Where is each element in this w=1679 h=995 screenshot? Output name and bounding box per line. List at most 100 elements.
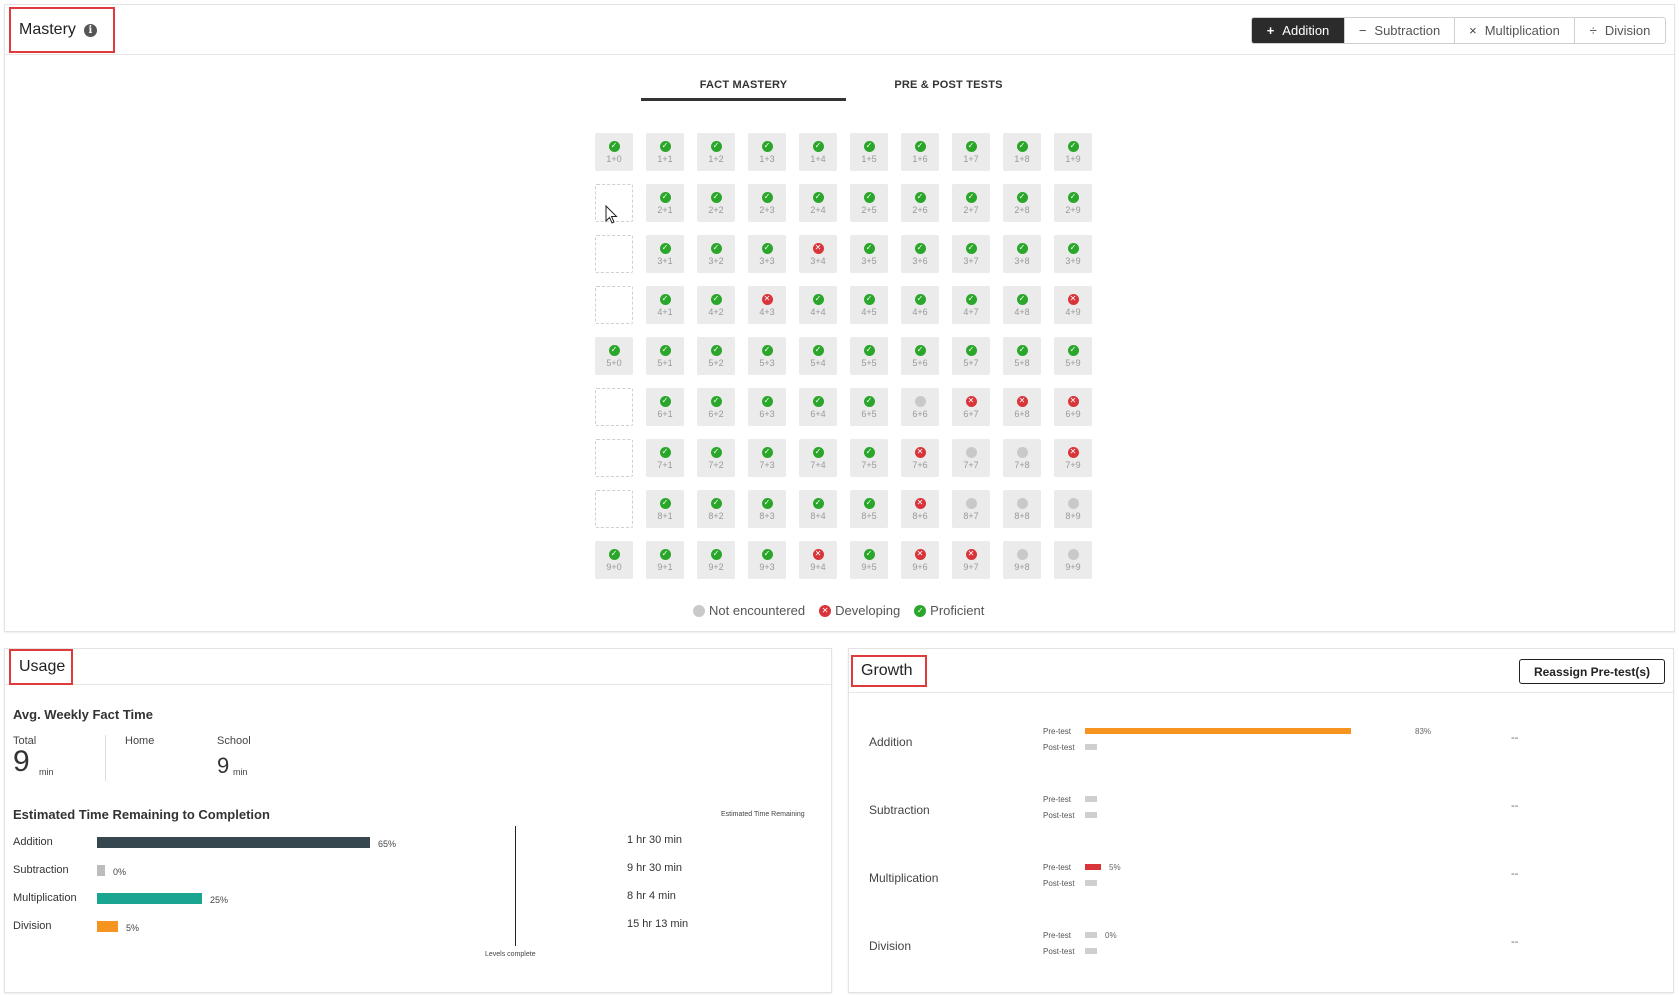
fact-cell[interactable]: ✓ 1+4 <box>799 133 837 171</box>
fact-cell[interactable]: ✕ 9+6 <box>901 541 939 579</box>
fact-cell[interactable]: ✓ 1+0 <box>595 133 633 171</box>
fact-cell[interactable]: ✕ 7+9 <box>1054 439 1092 477</box>
fact-cell[interactable]: ✓ 5+5 <box>850 337 888 375</box>
fact-cell[interactable]: ✕ 3+4 <box>799 235 837 273</box>
fact-cell[interactable]: ✓ 5+4 <box>799 337 837 375</box>
fact-cell[interactable]: ✓ 5+1 <box>646 337 684 375</box>
fact-cell[interactable]: ✓ 3+1 <box>646 235 684 273</box>
fact-cell[interactable]: ✓ 5+6 <box>901 337 939 375</box>
fact-cell[interactable]: ✓ 1+1 <box>646 133 684 171</box>
fact-cell[interactable]: 6+6 <box>901 388 939 426</box>
fact-cell[interactable]: ✓ 9+1 <box>646 541 684 579</box>
etr-percent: 0% <box>113 867 127 877</box>
fact-cell[interactable]: ✓ 8+4 <box>799 490 837 528</box>
fact-cell[interactable]: ✓ 8+2 <box>697 490 735 528</box>
fact-cell[interactable]: ✓ 8+5 <box>850 490 888 528</box>
fact-cell[interactable]: ✓ 4+4 <box>799 286 837 324</box>
proficient-icon: ✓ <box>761 446 773 458</box>
fact-cell[interactable]: ✕ 9+4 <box>799 541 837 579</box>
tab-pre-post-tests[interactable]: PRE & POST TESTS <box>846 71 1051 101</box>
fact-cell[interactable]: 7+7 <box>952 439 990 477</box>
fact-cell[interactable]: ✓ 1+8 <box>1003 133 1041 171</box>
fact-cell[interactable]: ✕ 4+3 <box>748 286 786 324</box>
fact-cell[interactable]: 8+7 <box>952 490 990 528</box>
fact-cell[interactable]: ✓ 5+8 <box>1003 337 1041 375</box>
fact-cell[interactable]: ✓ 4+2 <box>697 286 735 324</box>
fact-cell[interactable]: ✓ 4+1 <box>646 286 684 324</box>
fact-cell[interactable]: ✓ 2+8 <box>1003 184 1041 222</box>
operation-button-addition[interactable]: + Addition <box>1252 18 1345 43</box>
fact-label: 6+5 <box>861 408 877 419</box>
fact-cell[interactable]: ✓ 2+3 <box>748 184 786 222</box>
fact-cell[interactable]: ✓ 7+4 <box>799 439 837 477</box>
fact-cell[interactable]: ✓ 3+5 <box>850 235 888 273</box>
fact-cell[interactable]: ✓ 9+2 <box>697 541 735 579</box>
tab-fact-mastery[interactable]: FACT MASTERY <box>641 71 846 101</box>
fact-label: 2+7 <box>963 204 979 215</box>
fact-cell[interactable]: 9+9 <box>1054 541 1092 579</box>
fact-cell[interactable]: ✓ 3+7 <box>952 235 990 273</box>
fact-cell[interactable]: ✓ 9+3 <box>748 541 786 579</box>
operation-button-division[interactable]: ÷ Division <box>1575 18 1665 43</box>
fact-cell[interactable]: ✓ 1+9 <box>1054 133 1092 171</box>
fact-cell[interactable]: ✓ 5+3 <box>748 337 786 375</box>
fact-cell[interactable]: ✓ 7+5 <box>850 439 888 477</box>
fact-cell[interactable]: ✓ 5+9 <box>1054 337 1092 375</box>
fact-cell[interactable]: ✓ 5+0 <box>595 337 633 375</box>
fact-cell[interactable]: ✓ 7+3 <box>748 439 786 477</box>
fact-cell[interactable]: ✓ 7+2 <box>697 439 735 477</box>
reassign-pretest-button[interactable]: Reassign Pre-test(s) <box>1518 659 1665 684</box>
fact-cell[interactable]: ✓ 4+8 <box>1003 286 1041 324</box>
fact-cell[interactable]: ✓ 1+2 <box>697 133 735 171</box>
developing-icon: ✕ <box>965 548 977 560</box>
fact-cell[interactable]: ✓ 4+5 <box>850 286 888 324</box>
fact-cell[interactable]: ✓ 3+9 <box>1054 235 1092 273</box>
legend-label: Proficient <box>930 603 985 618</box>
fact-cell[interactable]: ✕ 6+8 <box>1003 388 1041 426</box>
fact-cell[interactable]: ✓ 3+3 <box>748 235 786 273</box>
fact-cell[interactable]: ✓ 6+3 <box>748 388 786 426</box>
operation-button-subtraction[interactable]: − Subtraction <box>1345 18 1455 43</box>
fact-cell[interactable]: ✓ 8+3 <box>748 490 786 528</box>
fact-cell[interactable]: 8+8 <box>1003 490 1041 528</box>
fact-cell[interactable]: ✕ 8+6 <box>901 490 939 528</box>
fact-cell[interactable]: ✓ 2+5 <box>850 184 888 222</box>
fact-cell[interactable]: ✓ 5+7 <box>952 337 990 375</box>
fact-cell[interactable]: ✕ 9+7 <box>952 541 990 579</box>
proficient-icon: ✓ <box>710 548 722 560</box>
fact-cell[interactable]: ✓ 2+7 <box>952 184 990 222</box>
fact-cell[interactable]: ✓ 6+4 <box>799 388 837 426</box>
info-icon[interactable]: i <box>83 23 97 37</box>
fact-cell[interactable]: ✓ 1+5 <box>850 133 888 171</box>
fact-cell[interactable]: ✓ 3+8 <box>1003 235 1041 273</box>
fact-cell[interactable]: ✓ 1+3 <box>748 133 786 171</box>
fact-cell[interactable]: ✓ 1+6 <box>901 133 939 171</box>
fact-cell[interactable]: ✕ 6+7 <box>952 388 990 426</box>
fact-cell[interactable]: ✓ 2+6 <box>901 184 939 222</box>
fact-cell[interactable]: ✓ 6+2 <box>697 388 735 426</box>
fact-cell[interactable]: 8+9 <box>1054 490 1092 528</box>
fact-cell[interactable]: ✓ 2+2 <box>697 184 735 222</box>
fact-cell[interactable]: ✓ 9+0 <box>595 541 633 579</box>
fact-cell[interactable]: ✕ 4+9 <box>1054 286 1092 324</box>
fact-cell[interactable]: ✓ 2+1 <box>646 184 684 222</box>
fact-cell[interactable]: ✓ 8+1 <box>646 490 684 528</box>
fact-cell[interactable]: ✕ 6+9 <box>1054 388 1092 426</box>
fact-cell[interactable]: ✓ 7+1 <box>646 439 684 477</box>
fact-cell[interactable]: ✕ 7+6 <box>901 439 939 477</box>
fact-cell[interactable]: ✓ 4+6 <box>901 286 939 324</box>
fact-cell[interactable]: ✓ 1+7 <box>952 133 990 171</box>
fact-cell[interactable]: ✓ 3+2 <box>697 235 735 273</box>
operation-button-multiplication[interactable]: × Multiplication <box>1455 18 1575 43</box>
fact-cell[interactable]: ✓ 6+1 <box>646 388 684 426</box>
fact-cell[interactable]: 7+8 <box>1003 439 1041 477</box>
fact-cell[interactable]: ✓ 6+5 <box>850 388 888 426</box>
fact-cell[interactable]: ✓ 2+9 <box>1054 184 1092 222</box>
fact-cell[interactable]: ✓ 5+2 <box>697 337 735 375</box>
fact-cell[interactable]: ✓ 4+7 <box>952 286 990 324</box>
fact-cell[interactable]: ✓ 2+4 <box>799 184 837 222</box>
fact-cell[interactable]: ✓ 9+5 <box>850 541 888 579</box>
fact-cell[interactable]: 9+8 <box>1003 541 1041 579</box>
fact-cell[interactable]: ✓ 3+6 <box>901 235 939 273</box>
pre-test-bar <box>1085 864 1101 870</box>
